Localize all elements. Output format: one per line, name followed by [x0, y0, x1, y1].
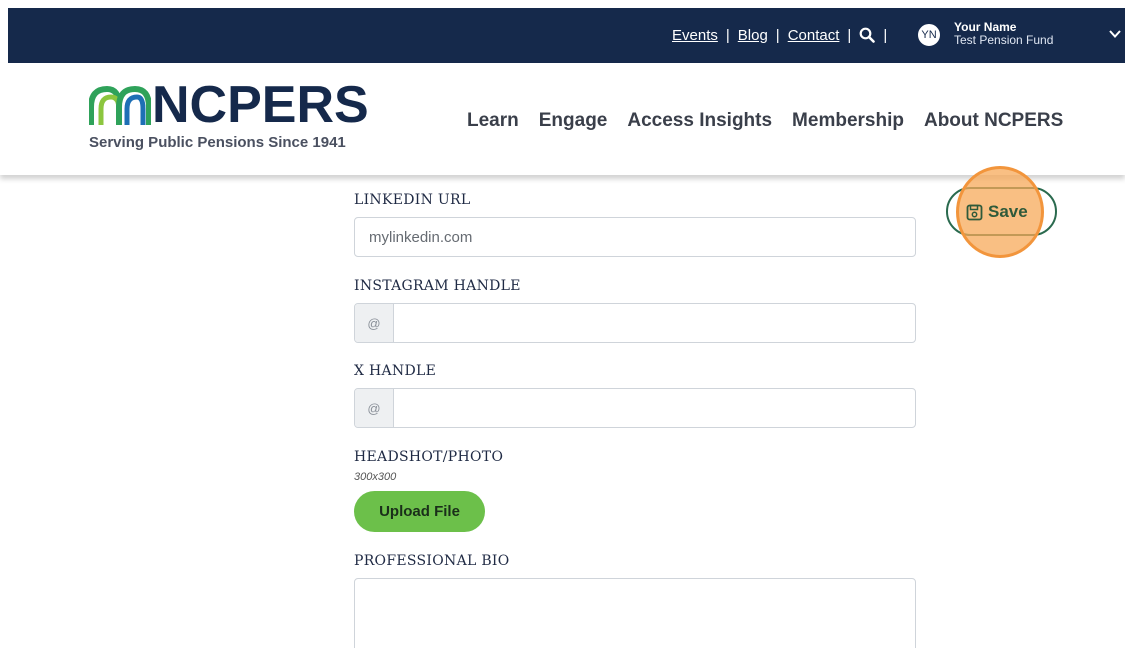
bio-textarea[interactable] — [354, 578, 916, 648]
logo-text: NCPERS — [152, 76, 369, 134]
link-separator: | — [725, 26, 730, 44]
x-handle-input[interactable] — [394, 389, 915, 427]
chevron-down-icon[interactable] — [1108, 27, 1122, 41]
floppy-disk-icon — [966, 204, 983, 220]
instagram-input[interactable] — [394, 304, 915, 342]
nav-access-insights[interactable]: Access Insights — [627, 110, 772, 132]
site-header: NCPERS Serving Public Pensions Since 194… — [0, 63, 1125, 175]
at-sign-addon: @ — [355, 389, 394, 427]
linkedin-input[interactable]: mylinkedin.com — [354, 217, 916, 257]
events-link[interactable]: Events — [672, 27, 718, 44]
instagram-label: INSTAGRAM HANDLE — [354, 278, 521, 294]
logo-tagline: Serving Public Pensions Since 1941 — [89, 134, 346, 151]
x-handle-label: X HANDLE — [354, 363, 437, 379]
user-organization: Test Pension Fund — [954, 33, 1054, 48]
linkedin-label: LINKEDIN URL — [354, 192, 471, 208]
bio-label: PROFESSIONAL BIO — [354, 553, 510, 569]
link-separator: | — [775, 26, 780, 44]
search-icon[interactable] — [859, 27, 876, 43]
save-button[interactable]: Save — [966, 199, 1028, 225]
top-utility-bar: Events | Blog | Contact | | YN Your Name… — [8, 8, 1125, 63]
user-info[interactable]: Your Name Test Pension Fund — [954, 20, 1054, 48]
headshot-label: HEADSHOT/PHOTO — [354, 449, 504, 465]
at-sign-addon: @ — [355, 304, 394, 342]
avatar[interactable]: YN — [917, 23, 941, 47]
nav-engage[interactable]: Engage — [539, 110, 608, 132]
top-links: Events | Blog | Contact | | — [672, 25, 895, 45]
link-separator: | — [883, 26, 888, 44]
upload-file-button[interactable]: Upload File — [354, 491, 485, 532]
x-handle-input-group: @ — [354, 388, 916, 428]
nav-membership[interactable]: Membership — [792, 110, 904, 132]
headshot-size-hint: 300x300 — [354, 471, 397, 483]
logo-arches-icon — [89, 85, 151, 125]
save-label: Save — [988, 202, 1028, 221]
link-separator: | — [847, 26, 852, 44]
nav-learn[interactable]: Learn — [467, 110, 519, 132]
blog-link[interactable]: Blog — [738, 27, 768, 44]
contact-link[interactable]: Contact — [788, 27, 840, 44]
nav-about-ncpers[interactable]: About NCPERS — [924, 110, 1063, 132]
instagram-input-group: @ — [354, 303, 916, 343]
main-nav: Learn Engage Access Insights Membership … — [467, 110, 1063, 132]
